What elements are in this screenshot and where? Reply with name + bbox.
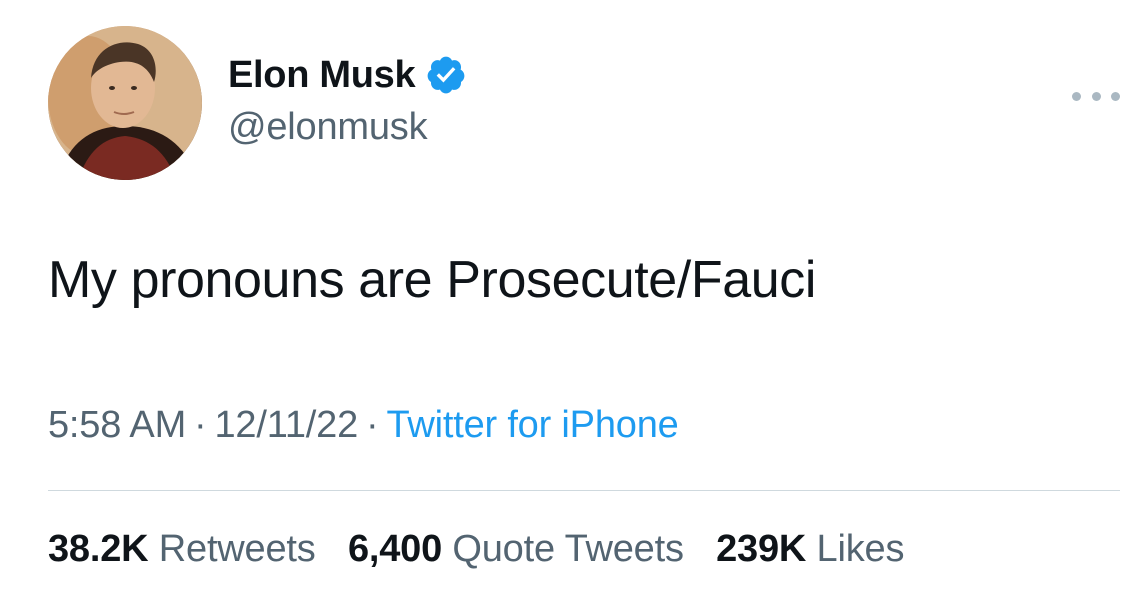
separator: · (194, 404, 207, 446)
retweets-stat[interactable]: 38.2K Retweets (48, 528, 316, 570)
tweet-meta: 5:58 AM · 12/11/22 · Twitter for iPhone (48, 404, 679, 447)
more-dot (1111, 91, 1120, 101)
tweet-date[interactable]: 12/11/22 (215, 404, 359, 446)
tweet-text: My pronouns are Prosecute/Fauci (48, 251, 816, 309)
tweet-stats: 38.2K Retweets 6,400 Quote Tweets 239K L… (48, 528, 926, 571)
avatar[interactable] (48, 26, 202, 180)
likes-label: Likes (816, 528, 905, 570)
divider (48, 490, 1120, 491)
likes-stat[interactable]: 239K Likes (716, 528, 904, 570)
profile-photo-image (48, 26, 202, 180)
more-dot (1091, 91, 1101, 101)
retweets-count: 38.2K (48, 528, 149, 570)
likes-count: 239K (716, 528, 807, 570)
retweets-label: Retweets (158, 528, 316, 570)
quote-tweets-stat[interactable]: 6,400 Quote Tweets (348, 528, 684, 570)
separator: · (366, 404, 379, 446)
tweet-source-link[interactable]: Twitter for iPhone (386, 404, 678, 446)
verified-badge-icon (425, 54, 467, 96)
tweet-card: Elon Musk @elonmusk My pronouns are Pros… (0, 0, 1129, 597)
name-row: Elon Musk (228, 50, 467, 100)
display-name[interactable]: Elon Musk (228, 54, 416, 97)
more-horizontal-icon[interactable] (1072, 86, 1120, 106)
tweet-time[interactable]: 5:58 AM (48, 404, 186, 446)
quote-tweets-count: 6,400 (347, 528, 443, 570)
quote-tweets-label: Quote Tweets (452, 528, 684, 570)
more-dot (1072, 91, 1081, 101)
user-handle[interactable]: @elonmusk (228, 106, 428, 149)
